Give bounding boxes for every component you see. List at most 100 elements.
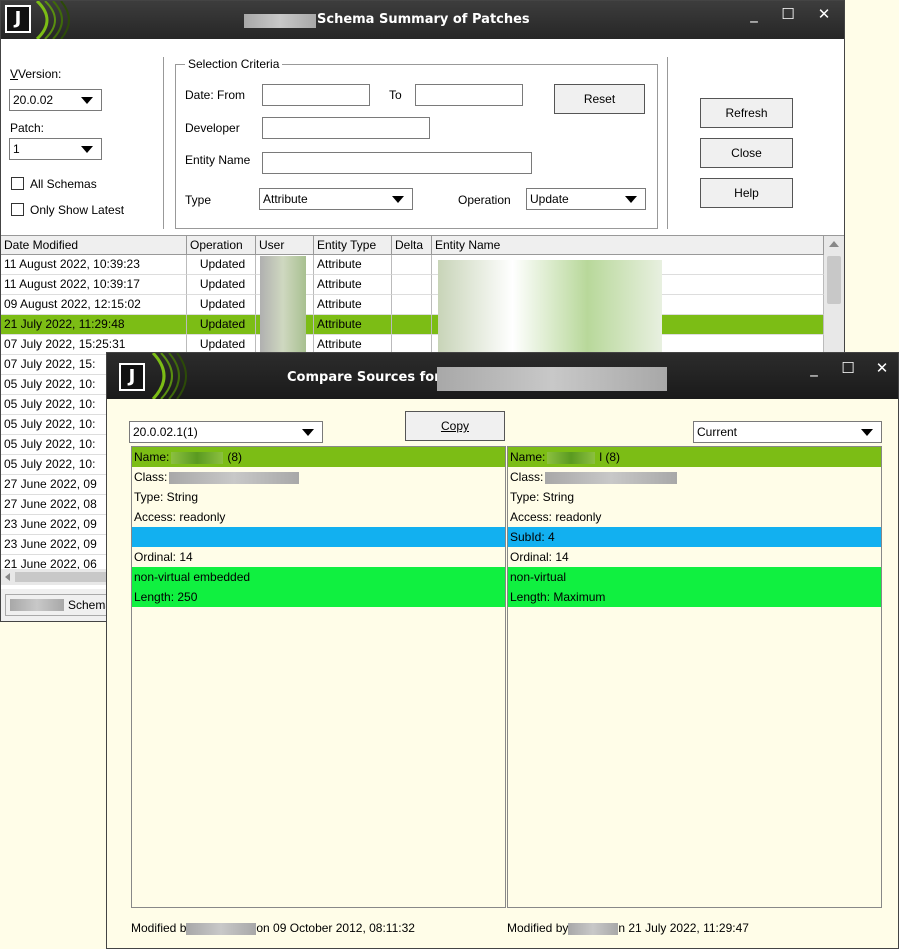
minimize-button[interactable]: _ [741, 3, 767, 25]
table-row[interactable]: 11 August 2022, 10:39:17 Updated Attribute [1, 275, 824, 295]
maximize-button[interactable]: ☐ [835, 357, 861, 379]
minimize-button[interactable]: _ [801, 357, 827, 379]
column-header[interactable]: User [256, 236, 314, 255]
line-text: Type: String [510, 490, 575, 504]
operation-label: Operation [458, 193, 511, 207]
main-titlebar[interactable]: J Schema Summary of Patches _ ☐ ✕ [1, 1, 844, 39]
column-header[interactable]: Entity Name [432, 236, 824, 255]
close-window-button[interactable]: ✕ [869, 357, 895, 379]
scroll-left-icon[interactable] [5, 573, 10, 581]
entity-type-cell: Attribute [314, 255, 392, 275]
user-column-redacted [260, 256, 306, 356]
patch-select[interactable]: 1 [9, 138, 102, 160]
left-line: Ordinal: 14 [132, 547, 505, 567]
status-redacted [10, 599, 64, 611]
app-logo-icon: J [5, 5, 31, 33]
close-window-button[interactable]: ✕ [811, 3, 837, 25]
table-row[interactable]: 21 July 2022, 11:29:48 Updated Attribute [1, 315, 824, 335]
line-text: Ordinal: 14 [510, 550, 569, 564]
chevron-down-icon [81, 97, 93, 104]
table-row[interactable]: 09 August 2022, 12:15:02 Updated Attribute [1, 295, 824, 315]
reset-button[interactable]: Reset [554, 84, 645, 114]
left-line: Class: [132, 467, 505, 487]
entity-type-cell: Attribute [314, 315, 392, 335]
main-window-title: Schema Summary of Patches [317, 12, 530, 27]
developer-label: Developer [185, 121, 240, 135]
date-to-input[interactable] [415, 84, 523, 106]
left-modified-prefix: Modified b [131, 921, 187, 935]
user-redacted [186, 922, 257, 935]
only-latest-checkbox[interactable] [11, 203, 24, 216]
compare-window-title: Compare Sources for [287, 370, 441, 385]
all-schemas-label[interactable]: All Schemas [30, 177, 97, 191]
chevron-down-icon [392, 196, 404, 203]
hscroll-thumb[interactable] [15, 572, 111, 582]
right-version-select[interactable]: Current [693, 421, 882, 443]
date-from-label: Date: From [185, 88, 246, 102]
chevron-down-icon [302, 429, 314, 436]
operation-cell: Updated [187, 295, 256, 315]
date-from-input[interactable] [262, 84, 370, 106]
left-source-pane[interactable]: Name: (8) Class: Type: String Access: readon… [131, 446, 506, 908]
column-header[interactable]: Delta [392, 236, 432, 255]
compare-titlebar[interactable]: J Compare Sources for _ ☐ ✕ [107, 353, 898, 399]
operation-cell: Updated [187, 255, 256, 275]
right-separator [667, 57, 668, 229]
line-text: non-virtual embedded [134, 570, 251, 584]
compare-sources-window: J Compare Sources for _ ☐ ✕ 20.0.02.1(1)… [106, 352, 899, 949]
date-cell: 11 August 2022, 10:39:23 [1, 255, 187, 275]
left-line: Type: String [132, 487, 505, 507]
operation-cell: Updated [187, 275, 256, 295]
right-line: Ordinal: 14 [508, 547, 881, 567]
left-modified-suffix: on 09 October 2012, 08:11:32 [256, 921, 415, 935]
column-header[interactable]: Entity Type [314, 236, 392, 255]
date-cell: 11 August 2022, 10:39:17 [1, 275, 187, 295]
redacted-value [545, 471, 678, 484]
copy-button[interactable]: Copy [405, 411, 505, 441]
right-line: Length: Maximum [508, 587, 881, 607]
chevron-down-icon [625, 196, 637, 203]
chevron-down-icon [81, 146, 93, 153]
left-line: Name: (8) [132, 447, 505, 467]
column-header[interactable]: Operation [187, 236, 256, 255]
close-button[interactable]: Close [700, 138, 793, 168]
all-schemas-checkbox[interactable] [11, 177, 24, 190]
delta-cell [392, 275, 432, 295]
line-text: Access: readonly [510, 510, 602, 524]
left-line [132, 527, 505, 547]
table-row[interactable]: 11 August 2022, 10:39:23 Updated Attribute [1, 255, 824, 275]
delta-cell [392, 315, 432, 335]
version-value: 20.0.02 [13, 93, 54, 107]
developer-input[interactable] [262, 117, 430, 139]
maximize-button[interactable]: ☐ [775, 3, 801, 25]
type-label: Type [185, 193, 212, 207]
line-text: Length: 250 [134, 590, 198, 604]
scroll-up-icon[interactable] [829, 241, 839, 247]
app-logo-icon: J [119, 363, 145, 391]
line-text: Type: String [134, 490, 199, 504]
horizontal-scrollbar[interactable] [1, 569, 111, 585]
patch-value: 1 [13, 142, 20, 156]
right-line: SubId: 4 [508, 527, 881, 547]
only-latest-label[interactable]: Only Show Latest [30, 203, 124, 217]
right-line: non-virtual [508, 567, 881, 587]
version-select[interactable]: 20.0.02 [9, 89, 102, 111]
line-text: Ordinal: 14 [134, 550, 193, 564]
patch-label: Patch: [10, 121, 45, 135]
column-header[interactable]: Date Modified [1, 236, 187, 255]
left-line: Length: 250 [132, 587, 505, 607]
type-select[interactable]: Attribute [259, 188, 413, 210]
entity-name-input[interactable] [262, 152, 532, 174]
copy-label: Copy [440, 419, 469, 433]
left-version-select[interactable]: 20.0.02.1(1) [129, 421, 323, 443]
swoosh-decoration-icon [35, 1, 70, 39]
refresh-button[interactable]: Refresh [700, 98, 793, 128]
right-modified-prefix: Modified by [507, 921, 569, 935]
swoosh-decoration-icon [151, 353, 187, 399]
right-source-pane[interactable]: Name: l (8) Class: Type: String Access: read… [507, 446, 882, 908]
operation-select[interactable]: Update [526, 188, 646, 210]
help-button[interactable]: Help [700, 178, 793, 208]
right-version-value: Current [697, 425, 738, 439]
scroll-thumb[interactable] [827, 256, 841, 304]
delta-cell [392, 255, 432, 275]
